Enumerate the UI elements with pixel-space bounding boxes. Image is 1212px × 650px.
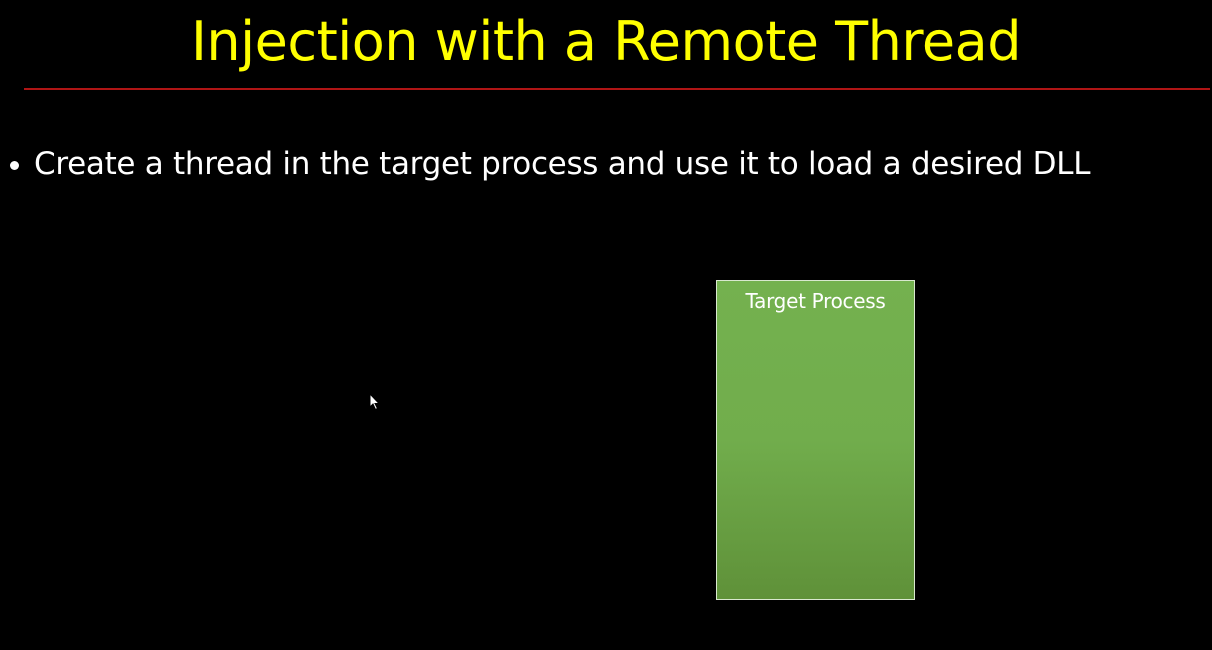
presentation-slide: Injection with a Remote Thread Create a … xyxy=(0,0,1212,650)
target-process-label: Target Process xyxy=(745,289,886,313)
mouse-pointer-icon xyxy=(369,393,381,411)
title-divider xyxy=(24,88,1210,90)
bullet-item: Create a thread in the target process an… xyxy=(10,142,1090,186)
bullet-icon xyxy=(10,160,19,170)
slide-title: Injection with a Remote Thread xyxy=(191,10,1022,73)
target-process-box: Target Process xyxy=(716,280,915,600)
bullet-text: Create a thread in the target process an… xyxy=(34,146,1091,182)
